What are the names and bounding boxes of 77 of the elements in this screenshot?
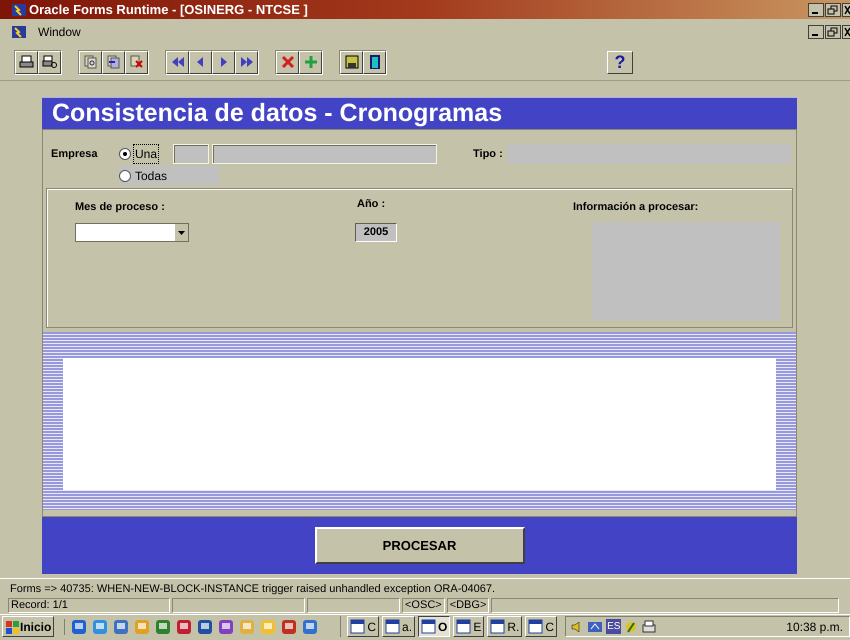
save-button[interactable]	[340, 50, 363, 74]
query-pages-icon	[106, 54, 122, 70]
print-setup-button[interactable]	[38, 50, 61, 74]
option-label: Una	[134, 144, 158, 162]
window-icon	[350, 619, 366, 634]
input-field[interactable]	[212, 144, 437, 164]
month-dropdown[interactable]	[75, 223, 189, 242]
enter-query-button[interactable]	[79, 50, 102, 74]
close-button[interactable]	[842, 24, 850, 38]
start-button[interactable]: Inicio	[2, 616, 54, 637]
printer-icon[interactable]	[641, 620, 658, 634]
status-indicator: <DBG>	[446, 598, 490, 612]
execute-query-button[interactable]	[102, 50, 125, 74]
status-message: Forms => 40735: WHEN-NEW-BLOCK-INSTANCE trigger raised unhandled exception ORA-04067.	[10, 582, 496, 596]
program-icon[interactable]	[113, 618, 130, 634]
plus-icon	[302, 54, 318, 70]
program-icon[interactable]	[176, 618, 192, 634]
year-field: 2005	[355, 223, 397, 242]
program-icon[interactable]	[71, 618, 88, 634]
task-button[interactable]: O	[418, 616, 450, 637]
double-left-arrow-icon	[170, 54, 186, 70]
task-button[interactable]: a.	[382, 616, 416, 637]
radio-button[interactable]	[119, 170, 131, 182]
task-button[interactable]: R.	[487, 616, 522, 637]
windows-logo-icon	[5, 620, 19, 634]
language-indicator[interactable]: ES	[606, 619, 622, 634]
last-record-button[interactable]	[235, 50, 258, 74]
first-record-button[interactable]	[166, 50, 189, 74]
program-icon[interactable]	[281, 618, 298, 634]
app-icon	[12, 24, 26, 38]
program-icon[interactable]	[155, 618, 172, 634]
help-button[interactable]: ?	[607, 50, 633, 74]
query-pages-icon	[82, 54, 98, 70]
print-button[interactable]	[15, 50, 38, 74]
tray-tool-icon[interactable]	[624, 620, 638, 634]
option-label: Todas	[134, 168, 168, 184]
double-right-arrow-icon	[238, 54, 254, 70]
cancel-query-button[interactable]	[125, 50, 148, 74]
printer-settings-icon	[42, 54, 58, 70]
exit-button[interactable]	[363, 50, 386, 74]
field-label: Año :	[357, 197, 386, 212]
field-label: Información a procesar:	[573, 200, 698, 215]
task-button[interactable]: C	[347, 616, 380, 637]
input-field[interactable]	[173, 144, 209, 164]
printer-icon	[18, 54, 34, 70]
process-button[interactable]: PROCESAR	[314, 527, 524, 564]
menu-item[interactable]: Window	[34, 22, 85, 40]
field-label: Tipo :	[473, 147, 503, 162]
program-icon[interactable]	[218, 618, 234, 634]
minimize-button[interactable]	[808, 2, 824, 16]
task-button[interactable]: E	[453, 616, 484, 637]
record-count: Record: 1/1	[8, 598, 170, 612]
task-button[interactable]: C	[525, 616, 558, 637]
network-icon	[587, 620, 604, 634]
previous-record-button[interactable]	[189, 50, 212, 74]
program-icon[interactable]	[197, 618, 214, 634]
window-title: Oracle Forms Runtime - [OSINERG - NTCSE ]	[29, 3, 308, 16]
field-label: Empresa	[51, 147, 98, 162]
program-icon[interactable]	[302, 618, 318, 634]
radio-button[interactable]	[119, 148, 131, 160]
window-icon	[456, 619, 472, 634]
clock: 10:38 p.m.	[786, 618, 843, 636]
window-icon	[421, 619, 436, 634]
status-indicator: <OSC>	[402, 598, 445, 612]
next-record-button[interactable]	[212, 50, 235, 74]
insert-record-button[interactable]	[299, 50, 322, 74]
window-icon	[490, 619, 506, 634]
app-icon	[12, 2, 26, 16]
cross-icon	[280, 54, 296, 70]
field-label: Mes de proceso :	[75, 200, 165, 215]
delete-record-button[interactable]	[276, 50, 299, 74]
window-icon	[385, 619, 400, 634]
form-title: Consistencia de datos - Cronogramas	[52, 101, 502, 126]
window-icon	[528, 619, 544, 634]
close-button[interactable]	[842, 2, 850, 16]
minimize-button[interactable]	[808, 24, 824, 38]
cancel-pages-icon	[128, 54, 144, 70]
